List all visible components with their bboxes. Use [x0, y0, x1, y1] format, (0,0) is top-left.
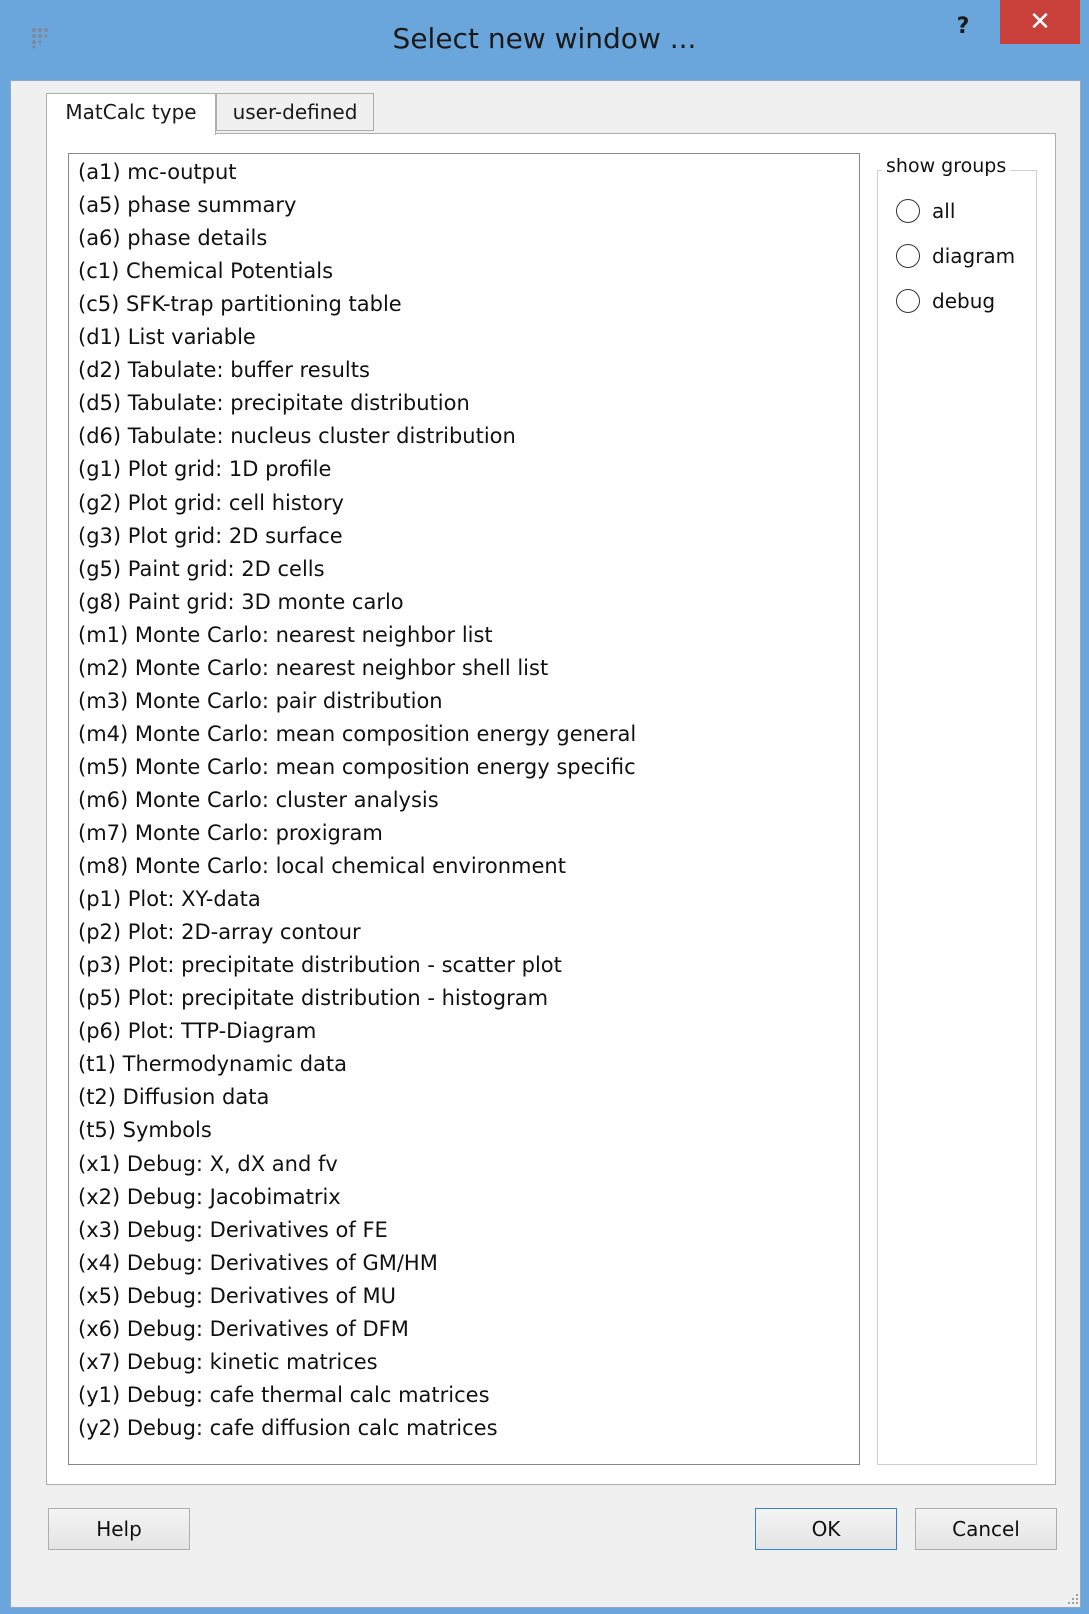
list-item[interactable]: (p1) Plot: XY-data [78, 883, 261, 915]
list-item[interactable]: (d1) List variable [78, 321, 256, 353]
list-item[interactable]: (m4) Monte Carlo: mean composition energ… [78, 718, 636, 750]
help-button[interactable]: Help [48, 1508, 190, 1550]
tab-matcalc-type[interactable]: MatCalc type [46, 93, 216, 135]
list-item[interactable]: (m2) Monte Carlo: nearest neighbor shell… [78, 652, 548, 684]
list-item[interactable]: (a1) mc-output [78, 156, 237, 188]
resize-grip-icon[interactable] [1062, 1588, 1080, 1606]
window-title: Select new window ... [392, 22, 697, 55]
show-groups-box [877, 170, 1037, 1465]
list-item[interactable]: (x3) Debug: Derivatives of FE [78, 1214, 388, 1246]
list-item[interactable]: (m6) Monte Carlo: cluster analysis [78, 784, 439, 816]
list-item[interactable]: (a5) phase summary [78, 189, 296, 221]
list-item[interactable]: (m5) Monte Carlo: mean composition energ… [78, 751, 636, 783]
cancel-button[interactable]: Cancel [915, 1508, 1057, 1550]
list-item[interactable]: (p3) Plot: precipitate distribution - sc… [78, 949, 562, 981]
list-item[interactable]: (g3) Plot grid: 2D surface [78, 520, 343, 552]
list-item[interactable]: (t1) Thermodynamic data [78, 1048, 347, 1080]
show-groups-title: show groups [882, 155, 1011, 177]
radio-circle-icon [896, 244, 920, 268]
dialog-window: Select new window ... ? ✕ MatCalc type u… [0, 0, 1089, 1614]
radio-circle-icon [896, 199, 920, 223]
tab-user-defined[interactable]: user-defined [216, 93, 374, 131]
list-item[interactable]: (d2) Tabulate: buffer results [78, 354, 370, 386]
list-item[interactable]: (t2) Diffusion data [78, 1081, 269, 1113]
title-bar[interactable]: Select new window ... ? ✕ [0, 0, 1089, 80]
list-item[interactable]: (x6) Debug: Derivatives of DFM [78, 1313, 409, 1345]
radio-circle-icon [896, 289, 920, 313]
list-item[interactable]: (y1) Debug: cafe thermal calc matrices [78, 1379, 490, 1411]
list-item[interactable]: (t5) Symbols [78, 1114, 212, 1146]
list-item[interactable]: (d6) Tabulate: nucleus cluster distribut… [78, 420, 516, 452]
list-item[interactable]: (m3) Monte Carlo: pair distribution [78, 685, 443, 717]
list-item[interactable]: (x2) Debug: Jacobimatrix [78, 1181, 341, 1213]
list-item[interactable]: (g5) Paint grid: 2D cells [78, 553, 325, 585]
list-item[interactable]: (d5) Tabulate: precipitate distribution [78, 387, 470, 419]
list-item[interactable]: (x5) Debug: Derivatives of MU [78, 1280, 396, 1312]
list-item[interactable]: (g8) Paint grid: 3D monte carlo [78, 586, 404, 618]
list-item[interactable]: (x1) Debug: X, dX and fv [78, 1148, 338, 1180]
list-item[interactable]: (p2) Plot: 2D-array contour [78, 916, 361, 948]
list-item[interactable]: (c5) SFK-trap partitioning table [78, 288, 402, 320]
list-item[interactable]: (g1) Plot grid: 1D profile [78, 453, 331, 485]
list-item[interactable]: (p6) Plot: TTP-Diagram [78, 1015, 316, 1047]
list-item[interactable]: (c1) Chemical Potentials [78, 255, 333, 287]
radio-label: diagram [932, 244, 1016, 268]
list-item[interactable]: (x4) Debug: Derivatives of GM/HM [78, 1247, 438, 1279]
list-item[interactable]: (m8) Monte Carlo: local chemical environ… [78, 850, 566, 882]
list-item[interactable]: (m1) Monte Carlo: nearest neighbor list [78, 619, 493, 651]
radio-label: debug [932, 289, 996, 313]
list-item[interactable]: (x7) Debug: kinetic matrices [78, 1346, 378, 1378]
list-item[interactable]: (g2) Plot grid: cell history [78, 487, 344, 519]
radio-label: all [932, 199, 956, 223]
list-item[interactable]: (p5) Plot: precipitate distribution - hi… [78, 982, 548, 1014]
ok-button[interactable]: OK [755, 1508, 897, 1550]
list-item[interactable]: (y2) Debug: cafe diffusion calc matrices [78, 1412, 498, 1444]
help-question-icon[interactable]: ? [948, 14, 978, 44]
list-item[interactable]: (a6) phase details [78, 222, 267, 254]
list-item[interactable]: (m7) Monte Carlo: proxigram [78, 817, 383, 849]
close-button[interactable]: ✕ [1000, 0, 1080, 44]
